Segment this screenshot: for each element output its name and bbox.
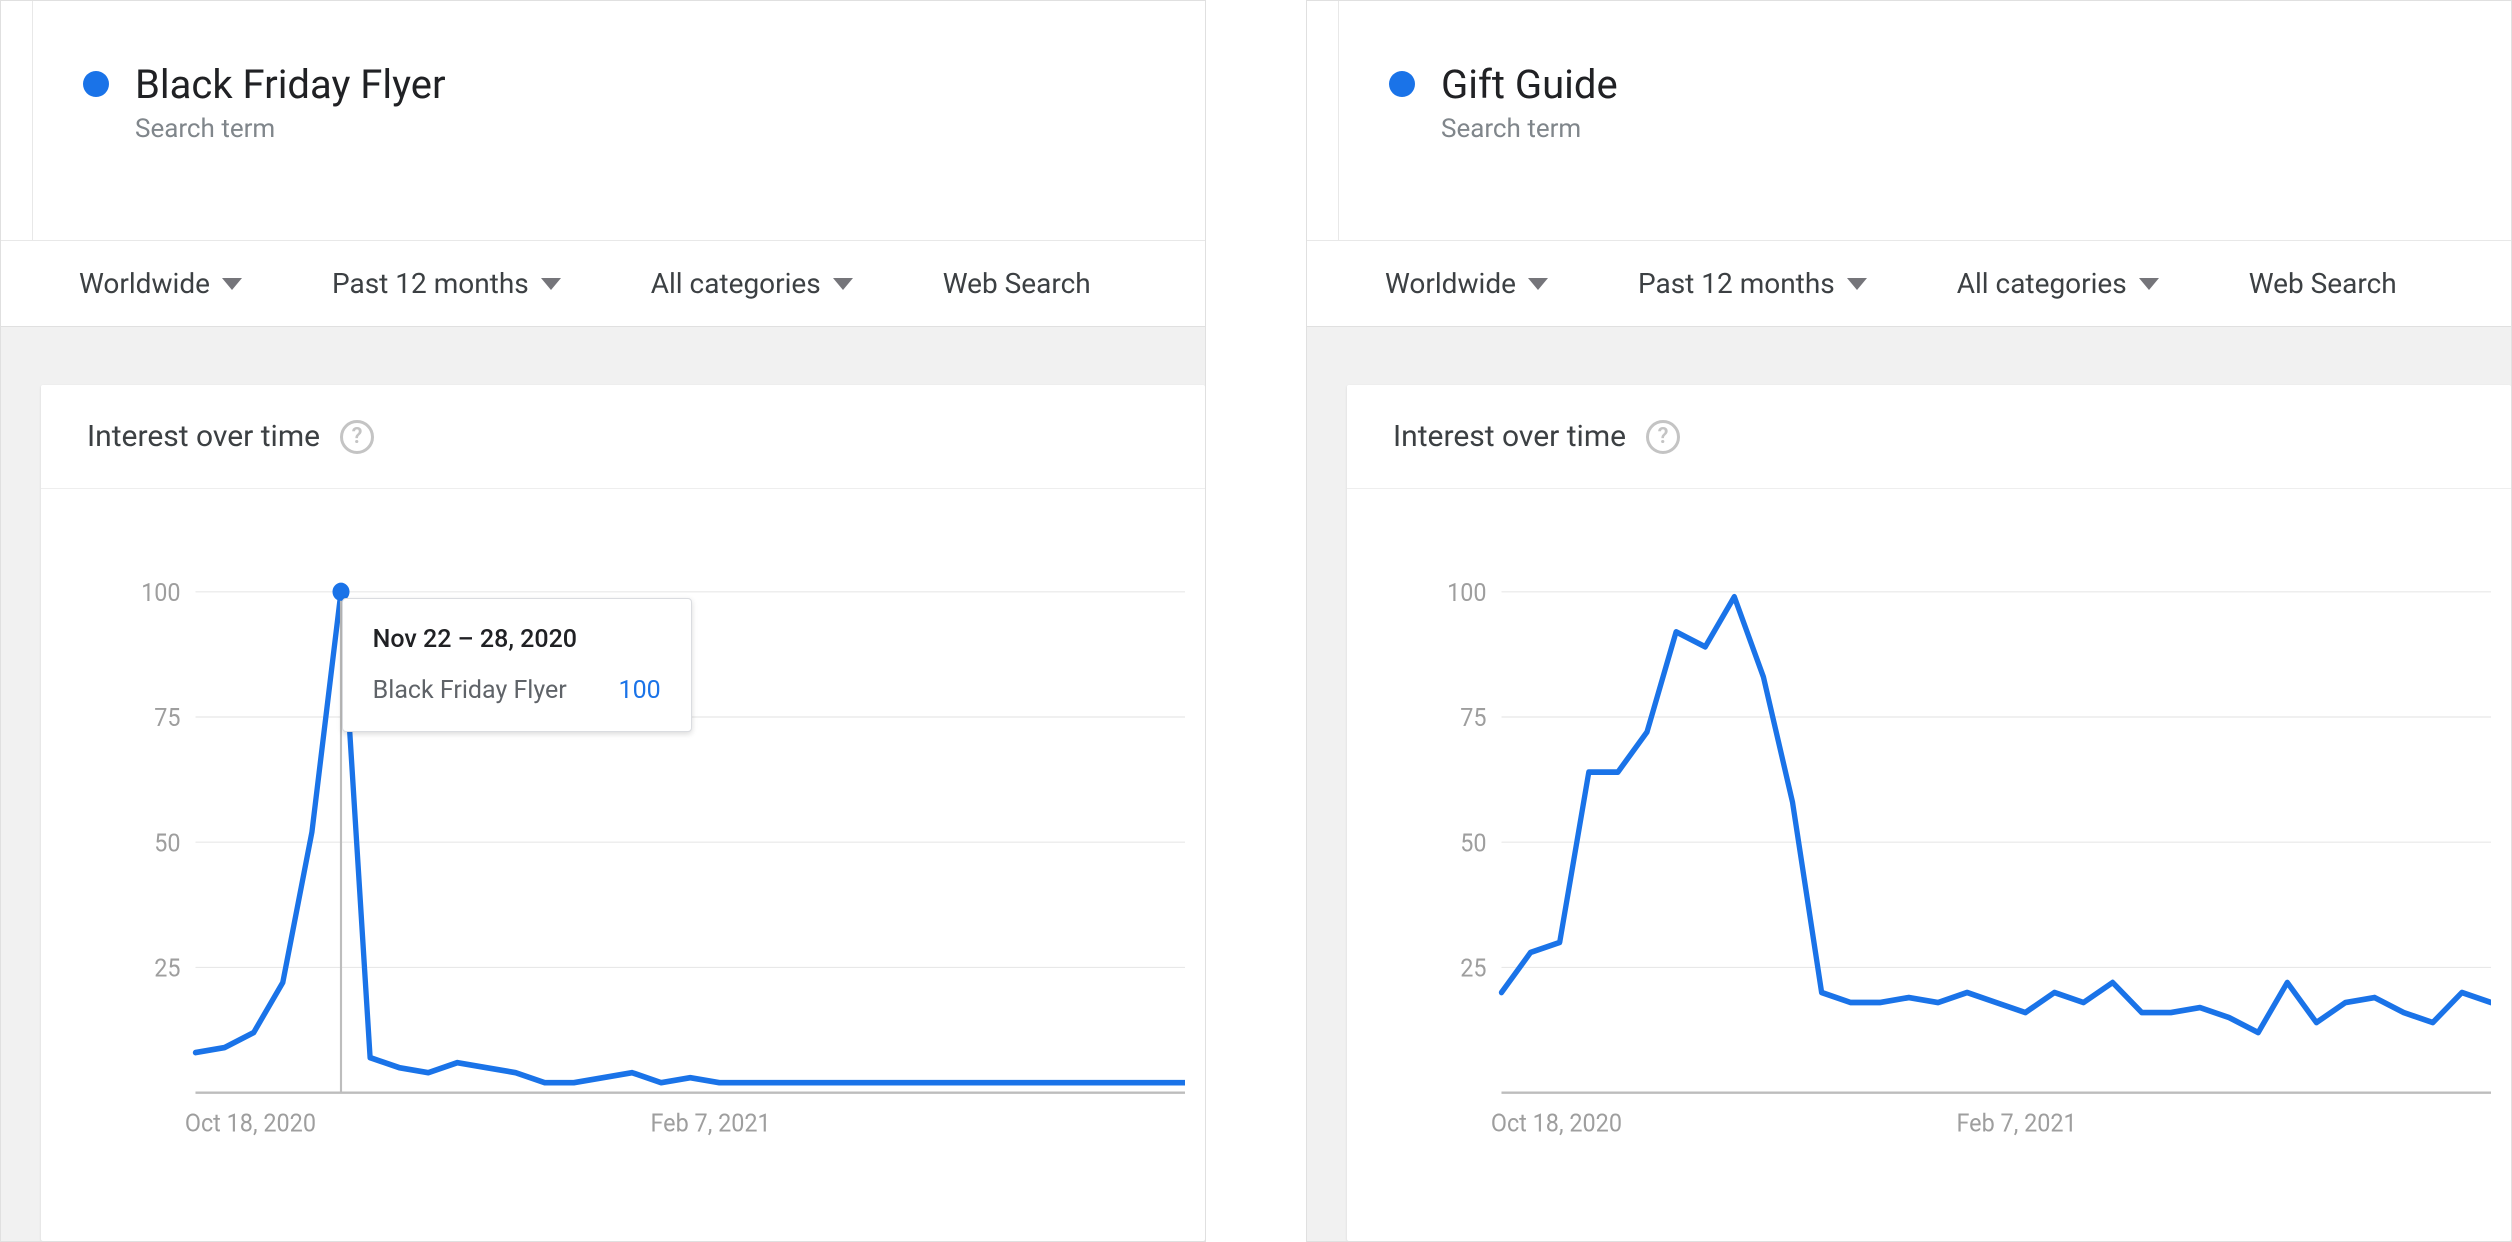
- help-icon[interactable]: ?: [340, 420, 374, 454]
- svg-text:100: 100: [141, 578, 180, 607]
- filter-label: Worldwide: [79, 267, 210, 300]
- search-term-block[interactable]: Gift Guide Search term: [1339, 1, 1618, 240]
- chevron-down-icon: [1528, 278, 1548, 290]
- filter-label: Worldwide: [1385, 267, 1516, 300]
- chevron-down-icon: [541, 278, 561, 290]
- plot-area[interactable]: 25 50 75 100 Oct 18, 2020 Feb 7, 2021 Nov 22 …: [41, 489, 1205, 1241]
- filter-label: Past 12 months: [1638, 267, 1835, 300]
- interest-card: Interest over time ? 25 50 75 100 Oct 18, 20…: [41, 385, 1205, 1241]
- chevron-down-icon: [222, 278, 242, 290]
- interest-card: Interest over time ? 25 50 75 100 Oct 18, 20…: [1347, 385, 2511, 1241]
- filter-label: All categories: [1957, 267, 2127, 300]
- filter-label: Past 12 months: [332, 267, 529, 300]
- tooltip-date: Nov 22 – 28, 2020: [373, 625, 661, 654]
- term-subtitle: Search term: [1441, 114, 1618, 144]
- filter-searchtype[interactable]: Web Search: [943, 267, 1091, 300]
- tooltip-value: 100: [619, 676, 661, 705]
- chart-region: Interest over time ? 25 50 75 100 Oct 18, 20…: [1307, 327, 2511, 1241]
- chevron-down-icon: [1847, 278, 1867, 290]
- filter-region[interactable]: Worldwide: [79, 267, 242, 300]
- term-subtitle: Search term: [135, 114, 446, 144]
- card-header: Interest over time ?: [41, 385, 1205, 489]
- filter-label: Web Search: [943, 267, 1091, 300]
- svg-text:25: 25: [154, 954, 180, 983]
- trends-panel-gift-guide: Gift Guide Search term Worldwide Past 12…: [1306, 0, 2512, 1242]
- chart-tooltip: Nov 22 – 28, 2020 Black Friday Flyer 100: [342, 598, 692, 732]
- svg-text:Feb 7, 2021: Feb 7, 2021: [650, 1109, 770, 1138]
- header-spacer: [1307, 1, 1339, 240]
- filter-searchtype[interactable]: Web Search: [2249, 267, 2397, 300]
- card-header: Interest over time ?: [1347, 385, 2511, 489]
- filter-timerange[interactable]: Past 12 months: [332, 267, 561, 300]
- svg-text:Feb 7, 2021: Feb 7, 2021: [1956, 1109, 2076, 1138]
- help-icon[interactable]: ?: [1646, 420, 1680, 454]
- series-color-dot: [83, 71, 109, 97]
- svg-text:50: 50: [154, 829, 180, 858]
- svg-text:25: 25: [1460, 954, 1486, 983]
- chevron-down-icon: [833, 278, 853, 290]
- line-chart: 25 50 75 100 Oct 18, 2020 Feb 7, 2021: [1427, 569, 2491, 1161]
- series-color-dot: [1389, 71, 1415, 97]
- chart-region: Interest over time ? 25 50 75 100 Oct 18, 20…: [1, 327, 1205, 1241]
- card-title: Interest over time: [1393, 419, 1626, 454]
- header-spacer: [1, 1, 33, 240]
- tooltip-series-label: Black Friday Flyer: [373, 676, 567, 705]
- trends-panel-black-friday: Black Friday Flyer Search term Worldwide…: [0, 0, 1206, 1242]
- card-title: Interest over time: [87, 419, 320, 454]
- filter-region[interactable]: Worldwide: [1385, 267, 1548, 300]
- chevron-down-icon: [2139, 278, 2159, 290]
- plot-area[interactable]: 25 50 75 100 Oct 18, 2020 Feb 7, 2021: [1347, 489, 2511, 1241]
- svg-text:50: 50: [1460, 829, 1486, 858]
- term-title: Black Friday Flyer: [135, 61, 446, 108]
- filter-category[interactable]: All categories: [1957, 267, 2159, 300]
- filter-label: All categories: [651, 267, 821, 300]
- term-header: Gift Guide Search term: [1307, 1, 2511, 241]
- search-term-block[interactable]: Black Friday Flyer Search term: [33, 1, 446, 240]
- filters-row: Worldwide Past 12 months All categories …: [1, 241, 1205, 327]
- svg-text:100: 100: [1447, 578, 1486, 607]
- svg-text:75: 75: [1460, 703, 1486, 732]
- filter-timerange[interactable]: Past 12 months: [1638, 267, 1867, 300]
- svg-text:75: 75: [154, 703, 180, 732]
- filters-row: Worldwide Past 12 months All categories …: [1307, 241, 2511, 327]
- filter-category[interactable]: All categories: [651, 267, 853, 300]
- term-header: Black Friday Flyer Search term: [1, 1, 1205, 241]
- term-title: Gift Guide: [1441, 61, 1618, 108]
- svg-text:Oct 18, 2020: Oct 18, 2020: [1491, 1109, 1622, 1138]
- svg-text:Oct 18, 2020: Oct 18, 2020: [185, 1109, 316, 1138]
- filter-label: Web Search: [2249, 267, 2397, 300]
